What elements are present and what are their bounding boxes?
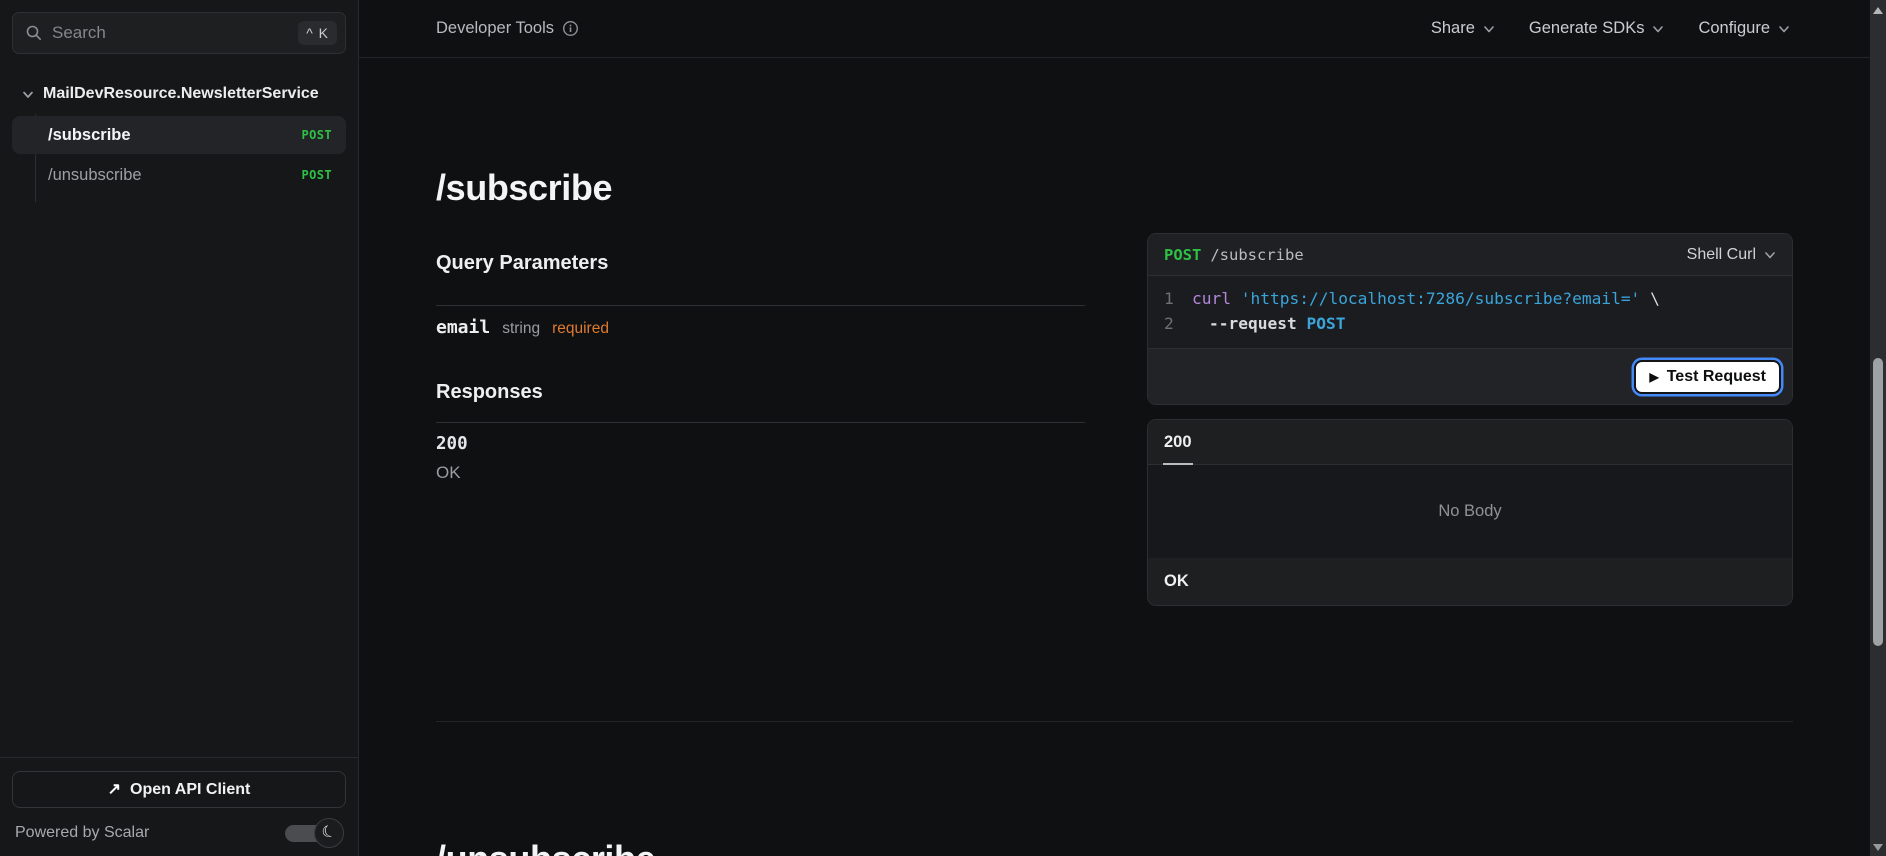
request-example-header: POST /subscribe Shell Curl <box>1148 234 1792 276</box>
sidebar-item-subscribe[interactable]: /subscribe POST <box>12 116 346 154</box>
sidebar-footer: ↗ Open API Client Powered by Scalar ☾ <box>0 757 358 856</box>
code-token-url: 'https://localhost:7286/subscribe?email=… <box>1240 289 1641 308</box>
search-shortcut-badge: ^ K <box>298 21 337 45</box>
code-snippet: 1 curl 'https://localhost:7286/subscribe… <box>1148 276 1792 348</box>
main-area: Developer Tools Share Generate SDKs Conf… <box>359 0 1870 856</box>
developer-tools-label: Developer Tools <box>436 19 555 37</box>
chevron-down-icon <box>1653 25 1664 32</box>
vertical-scrollbar[interactable] <box>1870 0 1886 856</box>
test-request-button[interactable]: ▶ Test Request <box>1634 359 1781 394</box>
header-actions: Share Generate SDKs Configure <box>1431 19 1790 38</box>
search-box[interactable]: ^ K <box>12 12 346 54</box>
open-api-client-label: Open API Client <box>130 780 251 798</box>
sidebar-item-label: /subscribe <box>48 125 131 144</box>
search-icon <box>26 25 41 40</box>
divider <box>436 422 1085 423</box>
app-root: ^ K MailDevResource.NewsletterService /s… <box>0 0 1886 856</box>
request-example-footer: ▶ Test Request <box>1148 348 1792 404</box>
response-code: 200 <box>436 434 468 454</box>
parameter-row: email string required <box>436 317 1085 338</box>
test-request-label: Test Request <box>1666 367 1766 385</box>
configure-label: Configure <box>1698 19 1770 37</box>
search-input[interactable] <box>52 23 290 43</box>
scroll-down-arrow-icon[interactable] <box>1873 844 1883 851</box>
powered-by-row: Powered by Scalar ☾ <box>12 818 346 848</box>
example-column: POST /subscribe Shell Curl 1 curl 'https… <box>1147 233 1793 606</box>
developer-tools-title: Developer Tools <box>436 19 579 38</box>
sidebar-group-newsletter-service[interactable]: MailDevResource.NewsletterService <box>0 74 358 112</box>
method-badge-post: POST <box>301 168 332 182</box>
dark-mode-toggle[interactable]: ☾ <box>285 818 344 848</box>
share-label: Share <box>1430 19 1475 37</box>
response-status-tabs: 200 <box>1148 420 1792 465</box>
chevron-down-icon <box>1765 251 1775 258</box>
response-example-footer: OK <box>1148 558 1792 605</box>
parameter-required-flag: required <box>552 320 609 337</box>
response-example-body: No Body <box>1148 465 1792 558</box>
responses-heading: Responses <box>436 381 543 403</box>
code-token-flag: --request <box>1209 314 1297 333</box>
sidebar-item-unsubscribe[interactable]: /unsubscribe POST <box>12 156 346 194</box>
toggle-knob: ☾ <box>314 818 344 848</box>
next-endpoint-title: /unsubscribe <box>436 838 1793 856</box>
share-button[interactable]: Share <box>1431 19 1495 38</box>
generate-sdks-label: Generate SDKs <box>1528 19 1645 37</box>
request-method-label: POST <box>1164 245 1202 264</box>
endpoint-columns: Query Parameters email string required R… <box>436 233 1793 606</box>
sidebar-item-label: /unsubscribe <box>48 165 142 184</box>
sidebar-nav: MailDevResource.NewsletterService /subsc… <box>0 66 358 757</box>
status-tab-200[interactable]: 200 <box>1163 420 1193 465</box>
sidebar: ^ K MailDevResource.NewsletterService /s… <box>0 0 359 856</box>
powered-by-scalar-link[interactable]: Powered by Scalar <box>15 824 149 842</box>
chevron-down-icon <box>1779 25 1789 32</box>
chevron-down-icon <box>23 91 33 98</box>
section-divider <box>436 721 1793 722</box>
endpoint-content: /subscribe Query Parameters email string… <box>359 58 1870 856</box>
request-example-card: POST /subscribe Shell Curl 1 curl 'https… <box>1147 233 1793 405</box>
divider <box>436 305 1085 306</box>
endpoint-details-column: Query Parameters email string required R… <box>436 233 1085 606</box>
code-token-method: POST <box>1306 314 1346 333</box>
chevron-down-icon <box>1484 25 1494 32</box>
scrollbar-thumb[interactable] <box>1873 358 1883 646</box>
method-badge-post: POST <box>301 128 332 142</box>
response-ok-label: OK <box>1164 572 1189 590</box>
response-example-card: 200 No Body OK <box>1147 419 1793 606</box>
endpoint-title: /subscribe <box>436 167 613 208</box>
response-description: OK <box>436 463 461 482</box>
code-token-command: curl <box>1192 289 1231 308</box>
code-line: 2 --request POST <box>1164 311 1776 336</box>
arrow-up-right-icon: ↗ <box>107 780 122 798</box>
language-select[interactable]: Shell Curl <box>1687 246 1776 264</box>
line-number: 1 <box>1164 289 1174 308</box>
no-body-label: No Body <box>1438 502 1502 520</box>
code-token-continuation: \ <box>1650 289 1660 308</box>
sidebar-endpoint-list: /subscribe POST /unsubscribe POST <box>0 112 358 202</box>
language-select-value: Shell Curl <box>1686 245 1756 263</box>
parameter-name: email <box>436 317 491 338</box>
top-header: Developer Tools Share Generate SDKs Conf… <box>359 0 1870 58</box>
info-icon[interactable] <box>562 20 579 37</box>
open-api-client-button[interactable]: ↗ Open API Client <box>12 771 346 808</box>
sidebar-group-label: MailDevResource.NewsletterService <box>43 85 319 102</box>
play-icon: ▶ <box>1649 369 1659 384</box>
query-parameters-heading: Query Parameters <box>436 252 609 274</box>
generate-sdks-button[interactable]: Generate SDKs <box>1529 19 1665 38</box>
scroll-up-arrow-icon[interactable] <box>1873 7 1883 14</box>
code-line: 1 curl 'https://localhost:7286/subscribe… <box>1164 286 1776 311</box>
parameter-type: string <box>502 320 541 337</box>
request-path-label: /subscribe <box>1210 245 1304 264</box>
moon-icon: ☾ <box>319 822 339 843</box>
line-number: 2 <box>1164 314 1174 333</box>
configure-button[interactable]: Configure <box>1698 19 1790 38</box>
